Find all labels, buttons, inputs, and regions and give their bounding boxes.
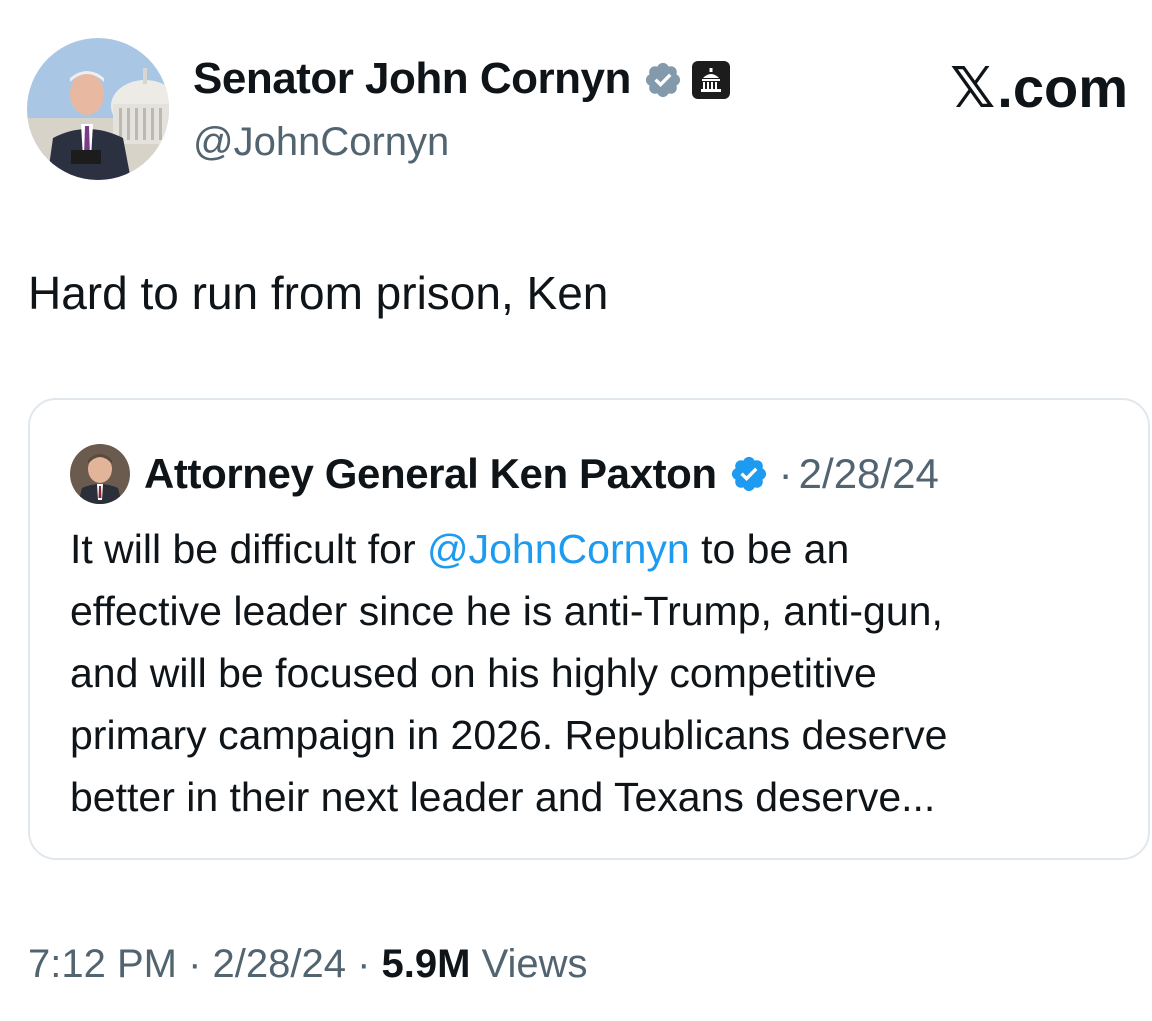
author-avatar[interactable] [27,38,169,180]
author-display-name[interactable]: Senator John Cornyn [193,52,631,106]
quoted-text-segment: It will be difficult for [70,526,427,572]
meta-separator: · [345,942,382,986]
quoted-author-avatar[interactable] [70,444,130,504]
quoted-text-line: better in their next leader and Texans d… [70,774,936,820]
quoted-author-name[interactable]: Attorney General Ken Paxton [144,448,717,500]
tweet-meta: 7:12 PM · 2/28/24 · 5.9M Views [28,938,588,990]
x-com-logo: 𝕏 .com [950,56,1128,120]
author-avatar-image [27,38,169,180]
mention-link[interactable]: @JohnCornyn [427,526,690,572]
author-name-row: Senator John Cornyn [193,52,731,106]
quoted-text-line: primary campaign in 2026. Republicans de… [70,712,948,758]
blue-verified-check-icon[interactable] [729,454,769,494]
quoted-separator: · [778,450,793,497]
meta-separator: · [176,942,213,986]
grey-verified-check-icon[interactable] [643,59,683,99]
quoted-tweet-header: Attorney General Ken Paxton · 2/28/24 [70,444,939,504]
capitol-building-icon[interactable] [691,59,731,99]
author-handle[interactable]: @JohnCornyn [193,118,449,166]
quoted-tweet-text: It will be difficult for @JohnCornyn to … [70,518,1130,828]
quoted-text-line: effective leader since he is anti-Trump,… [70,588,943,634]
x-logo-suffix: .com [997,56,1128,119]
quoted-text-segment: to be an [689,526,850,572]
views-count[interactable]: 5.9M [382,942,471,986]
quoted-text-line: It will be difficult for @JohnCornyn to … [70,518,1130,580]
quoted-tweet-card[interactable]: Attorney General Ken Paxton · 2/28/24 It… [28,398,1150,860]
tweet-time[interactable]: 7:12 PM [28,942,177,986]
quoted-text-line: and will be focused on his highly compet… [70,650,877,696]
views-label: Views [470,942,588,986]
tweet-date[interactable]: 2/28/24 [213,942,346,986]
x-logo-icon: 𝕏 [950,56,996,119]
quoted-tweet-date[interactable]: 2/28/24 [799,448,939,500]
tweet-text: Hard to run from prison, Ken [28,267,609,319]
